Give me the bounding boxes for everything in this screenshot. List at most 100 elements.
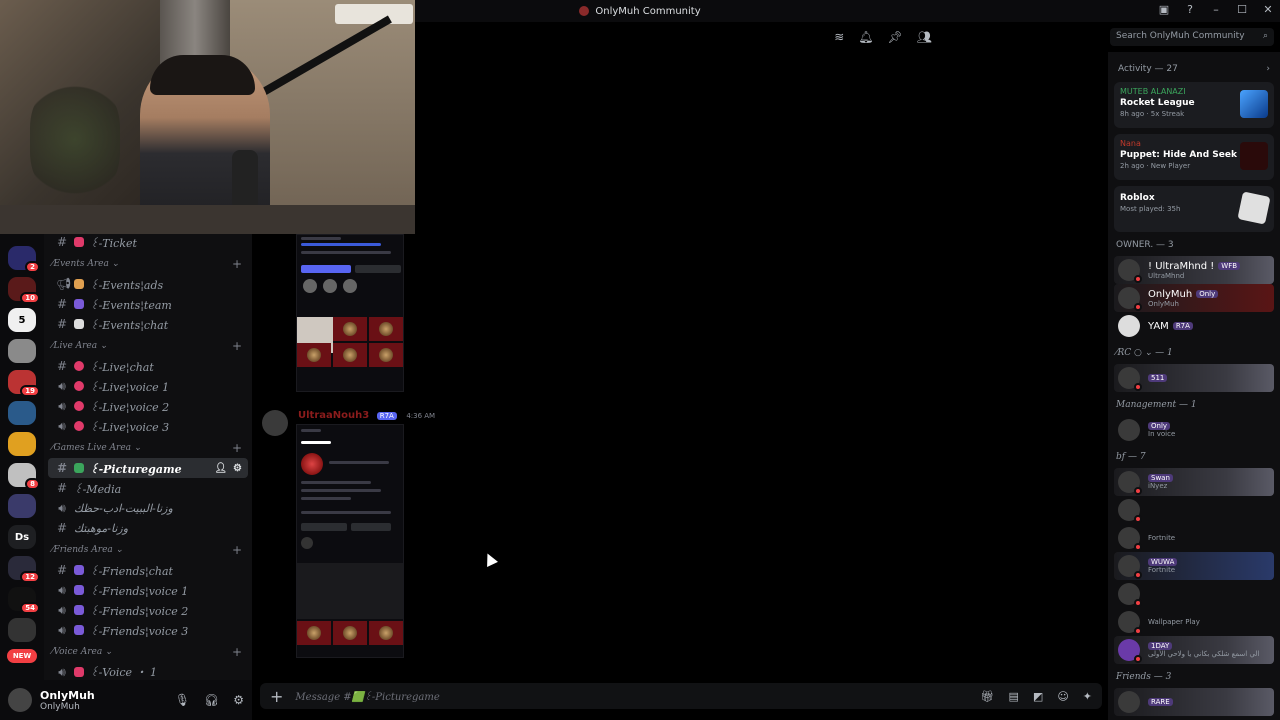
server-icon-12[interactable]: 54 (8, 587, 40, 614)
server-icon-10[interactable]: Ds (8, 525, 36, 549)
server-icon-13[interactable] (8, 618, 36, 642)
add-channel-icon[interactable]: + (232, 339, 242, 353)
emoji-icon[interactable]: ☺ (1057, 690, 1068, 703)
add-channel-icon[interactable]: + (232, 441, 242, 455)
chevron-right-icon[interactable]: › (1266, 64, 1270, 74)
member-avatar (1118, 259, 1142, 283)
pin-icon[interactable]: 📌︎ (888, 30, 903, 44)
threads-icon[interactable]: ≋ (834, 30, 844, 44)
add-channel-icon[interactable]: + (232, 645, 242, 659)
user-avatar[interactable] (8, 688, 32, 712)
activity-header[interactable]: Activity — 27 › (1114, 52, 1274, 82)
settings-gear-icon[interactable]: ⚙ (233, 463, 242, 474)
channel-friends-voice-1[interactable]: 🔊︎ ꒰-Friends¦voice 1 (48, 580, 248, 600)
channel-media[interactable]: # ꒰-Media (48, 478, 248, 498)
channel-friends-chat[interactable]: # ꒰-Friends¦chat (48, 560, 248, 580)
category-live[interactable]: ⁄Live Area ⌄ + (44, 336, 252, 356)
channel-picturegame[interactable]: # ꒰-Picturegame 👤︎ ⚙ (48, 458, 248, 478)
maximize-button[interactable]: ☐ (1236, 3, 1248, 16)
message-image-1[interactable] (296, 234, 404, 392)
member-item[interactable]: 511 (1114, 364, 1274, 392)
message-avatar[interactable] (262, 410, 288, 436)
channel-live-voice-1[interactable]: 🔊︎ ꒰-Live¦voice 1 (48, 376, 248, 396)
channel-arabic-1[interactable]: 🔊︎ وزنا-الببيت-ادب-حظك (48, 498, 248, 518)
server-icon-2[interactable]: 10 (8, 277, 40, 304)
member-item[interactable]: Only In voice (1114, 416, 1274, 444)
channel-ticket[interactable]: # ꒰-Ticket (48, 234, 248, 252)
inbox-icon[interactable]: ▣ (1158, 3, 1170, 16)
invite-icon[interactable]: 👤︎ (214, 463, 227, 474)
category-games[interactable]: ⁄Games Live Area ⌄ + (44, 438, 252, 458)
activity-card[interactable]: Roblox Most played: 35h (1114, 186, 1274, 232)
member-item[interactable]: Fortnite (1114, 524, 1274, 552)
member-item[interactable]: WUWA Fortnite (1114, 552, 1274, 580)
hash-icon: # (56, 359, 68, 373)
search-input[interactable]: Search OnlyMuh Community ⌕ (1110, 28, 1274, 46)
channel-friends-voice-3[interactable]: 🔊︎ ꒰-Friends¦voice 3 (48, 620, 248, 640)
member-item[interactable] (1114, 496, 1274, 524)
hash-icon: # (56, 521, 68, 535)
server-icon-6[interactable] (8, 401, 36, 425)
server-icon-11[interactable]: 12 (8, 556, 40, 583)
category-voice[interactable]: ⁄Voice Area ⌄ + (44, 642, 252, 662)
member-avatar (1118, 367, 1142, 391)
channel-events-ads[interactable]: 📢︎ ꒰-Events¦ads (48, 274, 248, 294)
member-item[interactable]: Wallpaper Play (1114, 608, 1274, 636)
apps-icon[interactable]: ✦ (1083, 690, 1092, 703)
message-composer[interactable]: + Message #🟩꒰-Picturegame 🎁︎ ▤ ◩ ☺ ✦ (260, 683, 1102, 709)
gift-icon[interactable]: 🎁︎ (981, 690, 995, 703)
channel-events-team[interactable]: # ꒰-Events¦team (48, 294, 248, 314)
server-icon-3[interactable]: 5 (8, 308, 36, 332)
server-icon-5[interactable]: 19 (8, 370, 40, 397)
member-avatar (1118, 583, 1142, 607)
add-channel-icon[interactable]: + (232, 543, 242, 557)
member-item[interactable]: YAM R7A (1114, 312, 1274, 340)
channel-friends-voice-2[interactable]: 🔊︎ ꒰-Friends¦voice 2 (48, 600, 248, 620)
channel-live-voice-3[interactable]: 🔊︎ ꒰-Live¦voice 3 (48, 416, 248, 436)
server-icon-7[interactable] (8, 432, 36, 456)
server-icon-9[interactable] (8, 494, 36, 518)
server-list: 2 10 5 19 8 Ds 12 54 NEW (0, 234, 44, 680)
headphones-icon[interactable]: 🎧︎ (204, 693, 219, 707)
member-item[interactable]: ! UltraMhnd ! WFB UltraMhnd (1114, 256, 1274, 284)
attach-plus-icon[interactable]: + (270, 687, 283, 706)
sticker-icon[interactable]: ◩ (1033, 690, 1043, 703)
activity-card[interactable]: MUTEB ALANAZI Rocket League 8h ago · 5x … (1114, 82, 1274, 128)
server-icon-8[interactable]: 8 (8, 463, 40, 490)
microphone-icon[interactable]: 🎙︎ (175, 693, 190, 707)
channel-live-voice-2[interactable]: 🔊︎ ꒰-Live¦voice 2 (48, 396, 248, 416)
member-avatar (1118, 639, 1142, 663)
unread-badge: 54 (20, 602, 40, 614)
user-settings-gear-icon[interactable]: ⚙ (233, 693, 244, 707)
hash-icon: # (56, 481, 68, 495)
channel-arabic-2[interactable]: # وزنا-موهبتك (48, 518, 248, 538)
gif-icon[interactable]: ▤ (1009, 690, 1019, 703)
notification-bell-icon[interactable]: 🔔︎ (858, 30, 873, 44)
message-author[interactable]: UltraaNouh3 (298, 410, 369, 421)
message-image-2[interactable] (296, 424, 404, 658)
member-item[interactable]: RARE (1114, 688, 1274, 716)
close-button[interactable]: ✕ (1262, 3, 1274, 16)
add-channel-icon[interactable]: + (232, 257, 242, 271)
member-item[interactable]: 1DAY الي اسمع شلكي بكاني يا ولاحي الأولى (1114, 636, 1274, 664)
roblox-icon (1237, 191, 1271, 225)
rocket-league-icon (1240, 90, 1268, 118)
category-friends[interactable]: ⁄Friends Area ⌄ + (44, 540, 252, 560)
member-avatar (1118, 315, 1140, 337)
unread-badge: 19 (20, 385, 40, 397)
puppet-game-icon (1240, 142, 1268, 170)
channel-voice-1[interactable]: 🔊︎ ꒰-Voice ・ 1 (48, 662, 248, 680)
server-icon-4[interactable] (8, 339, 36, 363)
member-avatar (1118, 499, 1142, 523)
minimize-button[interactable]: – (1210, 3, 1222, 16)
help-icon[interactable]: ? (1184, 3, 1196, 16)
member-item[interactable]: OnlyMuh Only OnlyMuh (1114, 284, 1274, 312)
channel-events-chat[interactable]: # ꒰-Events¦chat (48, 314, 248, 334)
member-item[interactable]: Swan iNyez (1114, 468, 1274, 496)
category-events[interactable]: ⁄Events Area ⌄ + (44, 254, 252, 274)
channel-live-chat[interactable]: # ꒰-Live¦chat (48, 356, 248, 376)
activity-card[interactable]: Nana Puppet: Hide And Seek 2h ago · New … (1114, 134, 1274, 180)
member-item[interactable] (1114, 580, 1274, 608)
server-icon-1[interactable]: 2 (8, 246, 40, 273)
member-list-icon[interactable]: 👥︎ (917, 30, 932, 44)
